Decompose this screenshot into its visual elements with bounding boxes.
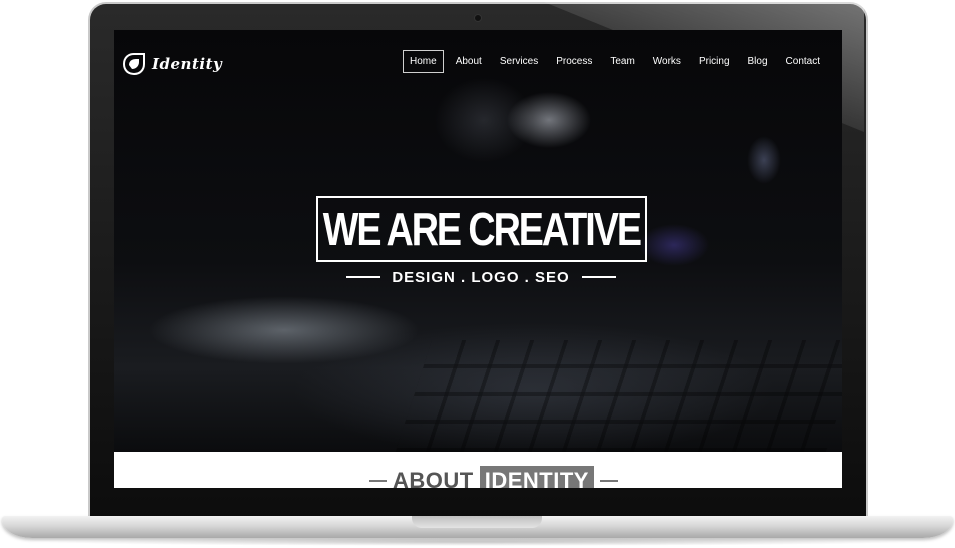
laptop-notch <box>412 516 542 528</box>
laptop-shadow <box>40 538 915 546</box>
about-section: ABOUT IDENTITY <box>114 452 842 488</box>
about-right-rule <box>599 480 618 482</box>
about-left-rule <box>369 480 387 482</box>
nav-item-contact[interactable]: Contact <box>780 51 826 72</box>
hero-title: WE ARE CREATIVE <box>322 203 642 255</box>
main-nav: Home About Services Process Team Works P… <box>403 50 826 73</box>
hero-title-box: WE ARE CREATIVE <box>316 196 647 262</box>
about-heading-word: ABOUT <box>393 468 474 488</box>
about-heading: ABOUT IDENTITY <box>369 466 618 488</box>
hero-subtitle-row: DESIGN . LOGO . SEO <box>346 266 616 288</box>
nav-item-home[interactable]: Home <box>403 50 444 73</box>
logo-text: Identity <box>152 55 223 73</box>
nav-item-services[interactable]: Services <box>494 51 544 72</box>
nav-item-about[interactable]: About <box>450 51 488 72</box>
subtitle-left-rule <box>346 276 381 278</box>
about-heading-highlight: IDENTITY <box>479 466 594 488</box>
laptop-screen: Identity Home About Services Process Tea… <box>114 30 842 488</box>
camera-icon <box>474 14 482 22</box>
subtitle-right-rule <box>581 276 616 278</box>
nav-item-works[interactable]: Works <box>647 51 687 72</box>
hero-subtitle: DESIGN . LOGO . SEO <box>392 268 570 286</box>
brand-logo[interactable]: Identity <box>122 52 222 76</box>
nav-item-pricing[interactable]: Pricing <box>693 51 736 72</box>
leaf-icon <box>122 53 145 76</box>
nav-item-team[interactable]: Team <box>604 51 640 72</box>
nav-item-process[interactable]: Process <box>550 51 598 72</box>
keyboard-blur <box>395 340 842 452</box>
nav-item-blog[interactable]: Blog <box>742 51 774 72</box>
laptop-mockup: Identity Home About Services Process Tea… <box>0 0 955 548</box>
